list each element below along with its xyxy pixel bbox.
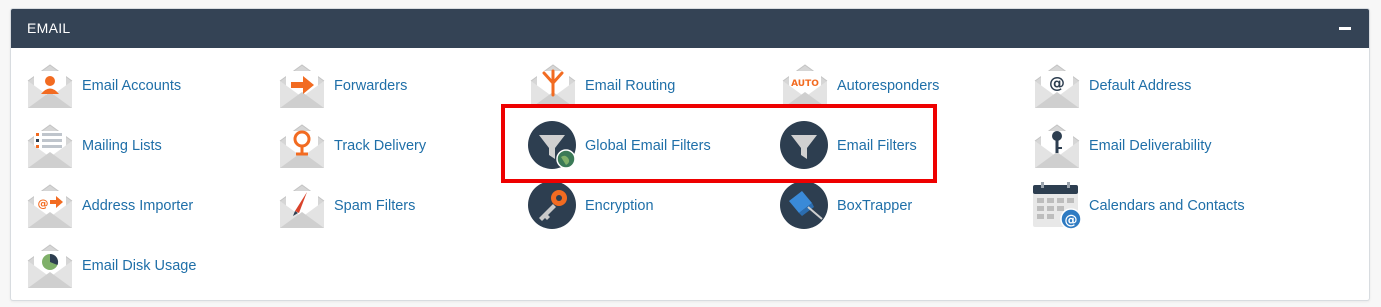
default-address-icon: @ [1032, 61, 1082, 111]
email-disk-usage-icon [25, 241, 75, 291]
email-disk-usage-label: Email Disk Usage [82, 258, 197, 274]
email-accounts-icon [25, 61, 75, 111]
autoresponders-label: Autoresponders [837, 78, 940, 94]
boxtrapper-link[interactable]: BoxTrapper [780, 181, 912, 231]
track-delivery-link[interactable]: Track Delivery [277, 121, 426, 171]
boxtrapper-label: BoxTrapper [837, 198, 913, 214]
track-delivery-label: Track Delivery [334, 138, 427, 154]
section-title: EMAIL [27, 20, 71, 36]
email-accounts-link[interactable]: Email Accounts [25, 61, 181, 111]
mailing-lists-link[interactable]: Mailing Lists [25, 121, 162, 171]
encryption-link[interactable]: Encryption [528, 181, 654, 231]
email-deliverability-label: Email Deliverability [1089, 138, 1212, 154]
email-routing-label: Email Routing [585, 78, 676, 94]
calendars-contacts-link[interactable]: @ Calendars and Contacts [1032, 181, 1245, 231]
spam-filters-link[interactable]: Spam Filters [277, 181, 415, 231]
address-importer-link[interactable]: @ Address Importer [25, 181, 193, 231]
mailing-lists-icon [25, 121, 75, 171]
svg-text:AUTO: AUTO [791, 79, 819, 89]
calendars-contacts-label: Calendars and Contacts [1089, 198, 1245, 214]
highlight-box [501, 104, 937, 183]
forwarders-label: Forwarders [334, 78, 408, 94]
track-delivery-icon [277, 121, 327, 171]
address-importer-icon: @ [25, 181, 75, 231]
svg-text:@: @ [1065, 213, 1078, 228]
email-disk-usage-link[interactable]: Email Disk Usage [25, 241, 196, 291]
default-address-label: Default Address [1089, 78, 1192, 94]
mailing-lists-label: Mailing Lists [82, 138, 162, 154]
email-deliverability-link[interactable]: Email Deliverability [1032, 121, 1211, 171]
minus-icon[interactable] [1339, 27, 1351, 30]
boxtrapper-icon [780, 181, 828, 229]
encryption-label: Encryption [585, 198, 654, 214]
address-importer-label: Address Importer [82, 198, 194, 214]
svg-text:@: @ [38, 197, 49, 210]
forwarders-link[interactable]: Forwarders [277, 61, 407, 111]
svg-text:@: @ [1049, 73, 1065, 92]
section-header[interactable]: EMAIL [11, 9, 1369, 48]
email-accounts-label: Email Accounts [82, 78, 182, 94]
spam-filters-label: Spam Filters [334, 198, 416, 214]
forwarders-icon [277, 61, 327, 111]
calendars-contacts-icon: @ [1033, 182, 1082, 230]
default-address-link[interactable]: @ Default Address [1032, 61, 1191, 111]
encryption-icon [528, 181, 576, 229]
spam-filters-icon [277, 181, 327, 231]
email-deliverability-icon [1032, 121, 1082, 171]
